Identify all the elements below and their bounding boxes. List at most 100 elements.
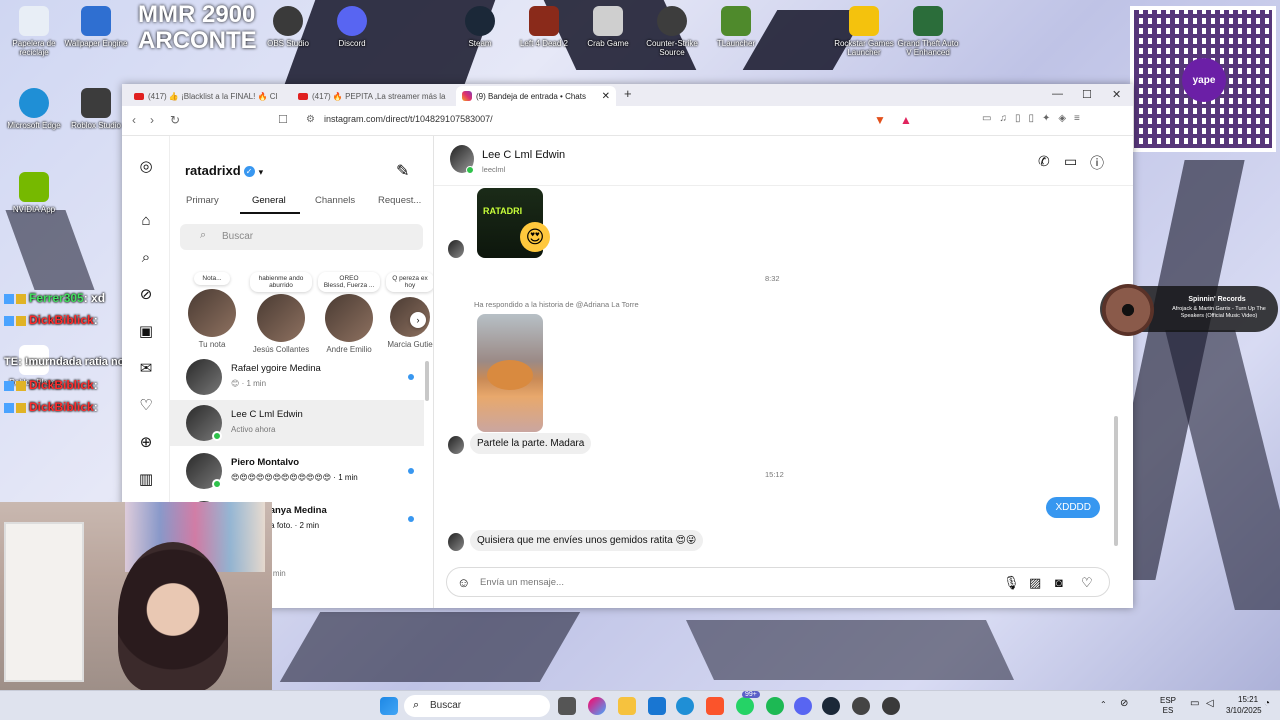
home-icon[interactable]: ⌂	[137, 212, 155, 230]
search-icon: ⌕	[413, 699, 420, 711]
shared-story-image[interactable]	[477, 314, 543, 432]
reels-icon[interactable]: ▣	[137, 323, 155, 341]
message-input[interactable]: Envía un mensaje...	[480, 577, 564, 588]
volume-icon[interactable]: ◁	[1206, 699, 1214, 709]
recycle-bin-icon	[19, 6, 49, 36]
instagram-app-icon[interactable]	[852, 697, 870, 715]
edge-icon[interactable]	[676, 697, 694, 715]
brave-shield-icon[interactable]: ▼	[874, 113, 886, 127]
image-icon[interactable]: ▨	[1029, 575, 1041, 591]
chat-contact-name[interactable]: Lee C Lml Edwin	[482, 149, 565, 161]
desktop-icon-label: Steam	[468, 39, 492, 48]
avatar	[448, 240, 464, 258]
steam-icon[interactable]	[822, 697, 840, 715]
desktop-icon-steam[interactable]: Steam	[446, 6, 514, 48]
desktop-icon-roblox-studio[interactable]: Roblox Studio	[62, 88, 130, 130]
site-info-icon[interactable]: ⚙	[306, 114, 315, 125]
desktop-icon-obs[interactable]: OBS Studio	[254, 6, 322, 48]
new-message-icon[interactable]: ✎	[396, 161, 409, 181]
note-caption: Tu nota	[198, 340, 226, 349]
notes-next-icon[interactable]: ›	[410, 312, 426, 328]
desktop-icon-discord[interactable]: Discord	[318, 6, 386, 48]
phone-call-icon[interactable]: ✆	[1038, 153, 1050, 170]
message-composer[interactable]: ☺ Envía un mensaje... 🎙 ▨ ◙ ♡	[446, 567, 1110, 597]
dashboard-icon[interactable]: ▥	[137, 471, 155, 489]
thread-item[interactable]: Rafael ygoire Medina 😊 · 1 min	[170, 354, 424, 400]
notifications-icon[interactable]: ♡	[137, 397, 155, 415]
search-input[interactable]: Buscar	[180, 224, 423, 250]
account-switcher[interactable]: ratadrixd ✓ ▾	[185, 163, 263, 178]
messages-icon[interactable]: ✉	[137, 360, 155, 378]
forward-icon[interactable]: ›	[150, 113, 154, 127]
clock-time[interactable]: 15:21	[1238, 695, 1258, 705]
desktop-icon-gta5[interactable]: Grand Theft Auto V Enhanced	[894, 6, 962, 57]
bookmark-icon[interactable]: ☐	[278, 113, 288, 126]
tab-channels[interactable]: Channels	[315, 195, 355, 206]
desktop-icon-crab-game[interactable]: Crab Game	[574, 6, 642, 48]
emoji-icon[interactable]: ☺	[457, 575, 470, 590]
thread-item-selected[interactable]: Lee C Lml Edwin Activo ahora	[170, 400, 424, 446]
note-item[interactable]: OREO Blessd, Fuerza ... Andre Emilio	[318, 272, 380, 354]
obs-icon[interactable]	[882, 697, 900, 715]
note-item[interactable]: Nota... Tu nota	[182, 272, 242, 349]
instagram-logo-icon[interactable]: ◎	[137, 158, 155, 176]
spotify-icon[interactable]	[766, 697, 784, 715]
yape-logo: yape	[1182, 58, 1226, 102]
chat-scrollbar[interactable]	[1114, 416, 1118, 546]
browser-tab[interactable]: (417) 👍 ¡Blacklist a la FINAL! 🔥 CI	[128, 86, 288, 106]
back-icon[interactable]: ‹	[132, 113, 136, 127]
search-icon[interactable]: ⌕	[137, 249, 155, 267]
rewards-icon[interactable]: ▲	[900, 113, 912, 127]
browser-tab-active[interactable]: (9) Bandeja de entrada • Chats ✕	[456, 86, 616, 106]
keyboard-language[interactable]: ESP ES	[1160, 696, 1176, 716]
desktop-icon-edge[interactable]: Microsoft Edge	[0, 88, 68, 130]
tab-requests[interactable]: Request...	[378, 195, 421, 206]
network-icon[interactable]: ⊘	[1120, 699, 1128, 709]
microphone-icon[interactable]: 🎙	[1003, 575, 1020, 591]
discord-icon[interactable]	[794, 697, 812, 715]
create-icon[interactable]: ⊕	[137, 434, 155, 452]
browser-tab[interactable]: (417) 🔥 PEPITA ,La streamer más la	[292, 86, 452, 106]
minimize-button[interactable]: —	[1052, 88, 1063, 100]
desktop-icon-css[interactable]: Counter-Strike Source	[638, 6, 706, 57]
tab-primary[interactable]: Primary	[186, 195, 219, 206]
reload-icon[interactable]: ↻	[170, 113, 180, 127]
desktop-icon-nvidia[interactable]: NVIDIA App	[0, 172, 68, 214]
sticker-icon[interactable]: ◙	[1055, 575, 1063, 590]
copilot-icon[interactable]	[588, 697, 606, 715]
explore-icon[interactable]: ⊘	[137, 286, 155, 304]
notifications-bell-icon[interactable]: ◔	[1264, 699, 1270, 709]
close-window-button[interactable]: ✕	[1112, 88, 1121, 101]
wifi-icon[interactable]: ▭	[1190, 699, 1199, 709]
desktop-icon-wallpaper-engine[interactable]: Wallpaper Engine	[62, 6, 130, 48]
task-view-icon[interactable]	[558, 697, 576, 715]
whatsapp-icon[interactable]	[736, 697, 754, 715]
tray-chevron-icon[interactable]: ⌃	[1100, 700, 1107, 710]
desktop-icon-rockstar[interactable]: Rockstar Games Launcher	[830, 6, 898, 57]
clock-date[interactable]: 3/10/2025	[1226, 706, 1262, 716]
new-tab-button[interactable]: +	[624, 86, 632, 101]
video-call-icon[interactable]: ▭	[1064, 153, 1077, 170]
file-explorer-icon[interactable]	[618, 697, 636, 715]
note-item[interactable]: Q pereza ex hoy Marcia Gutie	[386, 272, 433, 349]
brave-icon[interactable]	[706, 697, 724, 715]
list-scrollbar[interactable]	[425, 361, 429, 401]
note-bubble: habienme ando aburrido	[250, 272, 312, 292]
url-field[interactable]: instagram.com/direct/t/104829107583007/	[324, 114, 493, 124]
taskbar-search[interactable]: Buscar	[404, 695, 550, 717]
store-icon[interactable]	[648, 697, 666, 715]
note-item[interactable]: habienme ando aburrido Jesús Collantes	[250, 272, 312, 354]
account-username: ratadrixd	[185, 163, 241, 178]
toolbar-icons[interactable]: ▭♫▯▯✦◈≡	[982, 113, 1088, 124]
maximize-button[interactable]: ☐	[1082, 88, 1092, 101]
chat-text: :	[93, 378, 98, 392]
thread-item[interactable]: Piero Montalvo 😍😍😍😍😍😍😍😍😍😍😍😍 · 1 min	[170, 448, 424, 494]
desktop-icon-recycle-bin[interactable]: Papelera de reciclaje	[0, 6, 68, 57]
tab-general[interactable]: General	[252, 195, 286, 206]
desktop-icon-l4d2[interactable]: Left 4 Dead 2	[510, 6, 578, 48]
info-icon[interactable]: ⓘ	[1090, 153, 1104, 173]
close-tab-icon[interactable]: ✕	[602, 91, 610, 102]
heart-icon[interactable]: ♡	[1081, 575, 1093, 591]
start-icon[interactable]	[380, 697, 398, 715]
desktop-icon-tlauncher[interactable]: TLauncher	[702, 6, 770, 48]
